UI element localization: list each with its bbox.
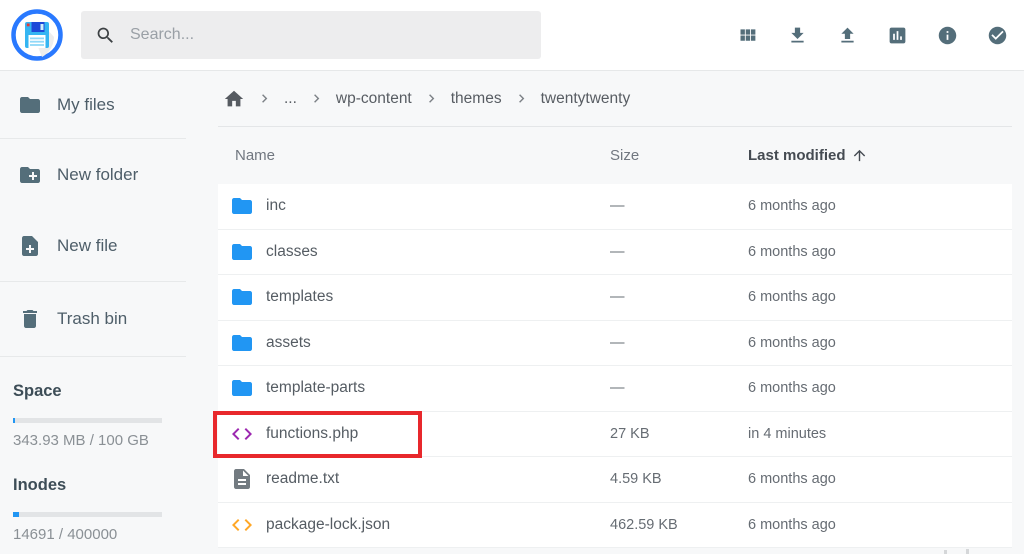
file-text-icon	[234, 469, 250, 490]
table-row[interactable]: package-lock.json 462.59 KB 6 months ago	[218, 502, 1012, 548]
breadcrumb-separator-icon	[513, 90, 530, 107]
file-size: 4.59 KB	[610, 471, 662, 488]
table-row[interactable]: inc — 6 months ago	[218, 184, 1012, 230]
folder-icon	[232, 289, 252, 306]
app-logo[interactable]	[11, 9, 63, 61]
file-modified: 6 months ago	[748, 289, 836, 306]
table-row[interactable]: readme.txt 4.59 KB 6 months ago	[218, 457, 1012, 503]
file-table: inc — 6 months ago classes — 6 months ag…	[218, 184, 1012, 548]
table-row[interactable]: classes — 6 months ago	[218, 229, 1012, 275]
breadcrumb-item[interactable]: wp-content	[336, 90, 412, 108]
space-progress-bar	[13, 418, 162, 423]
file-size: —	[610, 334, 625, 351]
folder-icon	[232, 334, 252, 351]
file-size: —	[610, 243, 625, 260]
check-circle-icon[interactable]	[987, 25, 1008, 46]
sidebar-item-my-files[interactable]: My files	[0, 71, 186, 138]
sidebar-item-new-file[interactable]: New file	[0, 210, 186, 281]
toolbar-actions	[737, 25, 1008, 46]
sidebar-item-label: My files	[57, 94, 115, 114]
folder-icon	[20, 96, 40, 113]
folder-icon	[232, 380, 252, 397]
info-icon[interactable]	[937, 25, 958, 46]
space-usage-text: 343.93 MB / 100 GB	[13, 432, 149, 449]
file-name: functions.php	[266, 424, 359, 442]
file-size: 27 KB	[610, 425, 650, 442]
breadcrumb-item[interactable]: twentytwenty	[541, 90, 631, 108]
file-size: 462.59 KB	[610, 516, 678, 533]
new-folder-icon	[20, 166, 40, 183]
sidebar-item-trash-bin[interactable]: Trash bin	[0, 282, 186, 356]
inodes-heading: Inodes	[13, 476, 67, 494]
search-box[interactable]	[81, 11, 541, 59]
storage-stats: Space 343.93 MB / 100 GB Inodes 14691 / …	[0, 382, 186, 543]
inodes-usage-text: 14691 / 400000	[13, 526, 118, 543]
breadcrumb-item[interactable]: ...	[284, 90, 297, 108]
file-modified: 6 months ago	[748, 198, 836, 215]
folder-icon	[232, 243, 252, 260]
clipped-text-fragment	[944, 550, 947, 554]
breadcrumb-separator-icon	[256, 90, 273, 107]
file-name: templates	[266, 288, 334, 306]
upload-icon[interactable]	[837, 25, 858, 46]
new-file-icon	[22, 235, 38, 256]
file-name: readme.txt	[266, 470, 340, 488]
sort-ascending-arrow-icon	[853, 149, 865, 162]
trash-icon	[23, 310, 37, 328]
table-row[interactable]: templates — 6 months ago	[218, 275, 1012, 321]
file-size: —	[610, 198, 625, 215]
column-header-modified-label: Last modified	[748, 147, 846, 164]
table-row[interactable]: template-parts — 6 months ago	[218, 366, 1012, 412]
search-icon	[97, 27, 113, 43]
sidebar-item-label: New folder	[57, 164, 139, 184]
breadcrumb-item[interactable]: themes	[451, 90, 502, 108]
folder-icon	[232, 198, 252, 215]
file-name: inc	[266, 197, 286, 215]
sidebar: My files New folder New file Trash bin S…	[0, 71, 186, 554]
main-content: ... wp-content themes twentytwenty Name Siz…	[186, 71, 1024, 554]
file-name: template-parts	[266, 379, 366, 397]
breadcrumb: ... wp-content themes twentytwenty	[218, 71, 1012, 127]
sidebar-item-label: New file	[57, 235, 118, 255]
file-modified: 6 months ago	[748, 380, 836, 397]
column-header-size[interactable]: Size	[610, 147, 748, 164]
chevron-right-icon	[262, 94, 268, 103]
column-header-name[interactable]: Name	[218, 147, 610, 164]
search-input[interactable]	[130, 26, 510, 44]
download-icon[interactable]	[787, 25, 808, 46]
clipped-text-fragment	[966, 549, 969, 554]
code-icon	[232, 427, 252, 440]
file-manager-app: My files New folder New file Trash bin S…	[0, 0, 1024, 554]
file-size: —	[610, 289, 625, 306]
chevron-right-icon	[314, 94, 320, 103]
file-modified: in 4 minutes	[748, 425, 827, 442]
inodes-progress-bar	[13, 512, 162, 517]
file-size: —	[610, 380, 625, 397]
file-modified: 6 months ago	[748, 471, 836, 488]
table-header: Name Size Last modified	[218, 127, 1012, 184]
chevron-right-icon	[428, 94, 435, 103]
table-row-highlighted[interactable]: functions.php 27 KB in 4 minutes	[218, 411, 1012, 457]
file-modified: 6 months ago	[748, 243, 836, 260]
space-heading: Space	[13, 382, 62, 400]
file-name: classes	[266, 242, 318, 260]
sidebar-item-new-folder[interactable]: New folder	[0, 139, 186, 210]
breadcrumb-separator-icon	[308, 90, 325, 107]
table-row[interactable]: assets — 6 months ago	[218, 320, 1012, 366]
file-modified: 6 months ago	[748, 334, 836, 351]
floppy-disk-logo-icon	[11, 9, 63, 61]
file-name: assets	[266, 333, 311, 351]
chevron-right-icon	[518, 94, 524, 103]
file-modified: 6 months ago	[748, 516, 836, 533]
breadcrumb-home[interactable]	[223, 88, 245, 110]
breadcrumb-separator-icon	[423, 90, 440, 107]
code-icon	[232, 518, 252, 531]
stats-icon[interactable]	[887, 25, 908, 46]
grid-view-icon[interactable]	[737, 25, 758, 46]
home-icon	[224, 90, 244, 106]
file-name: package-lock.json	[266, 515, 391, 533]
column-header-modified[interactable]: Last modified	[748, 147, 1012, 164]
sidebar-item-label: Trash bin	[57, 309, 128, 328]
top-bar	[0, 0, 1024, 71]
